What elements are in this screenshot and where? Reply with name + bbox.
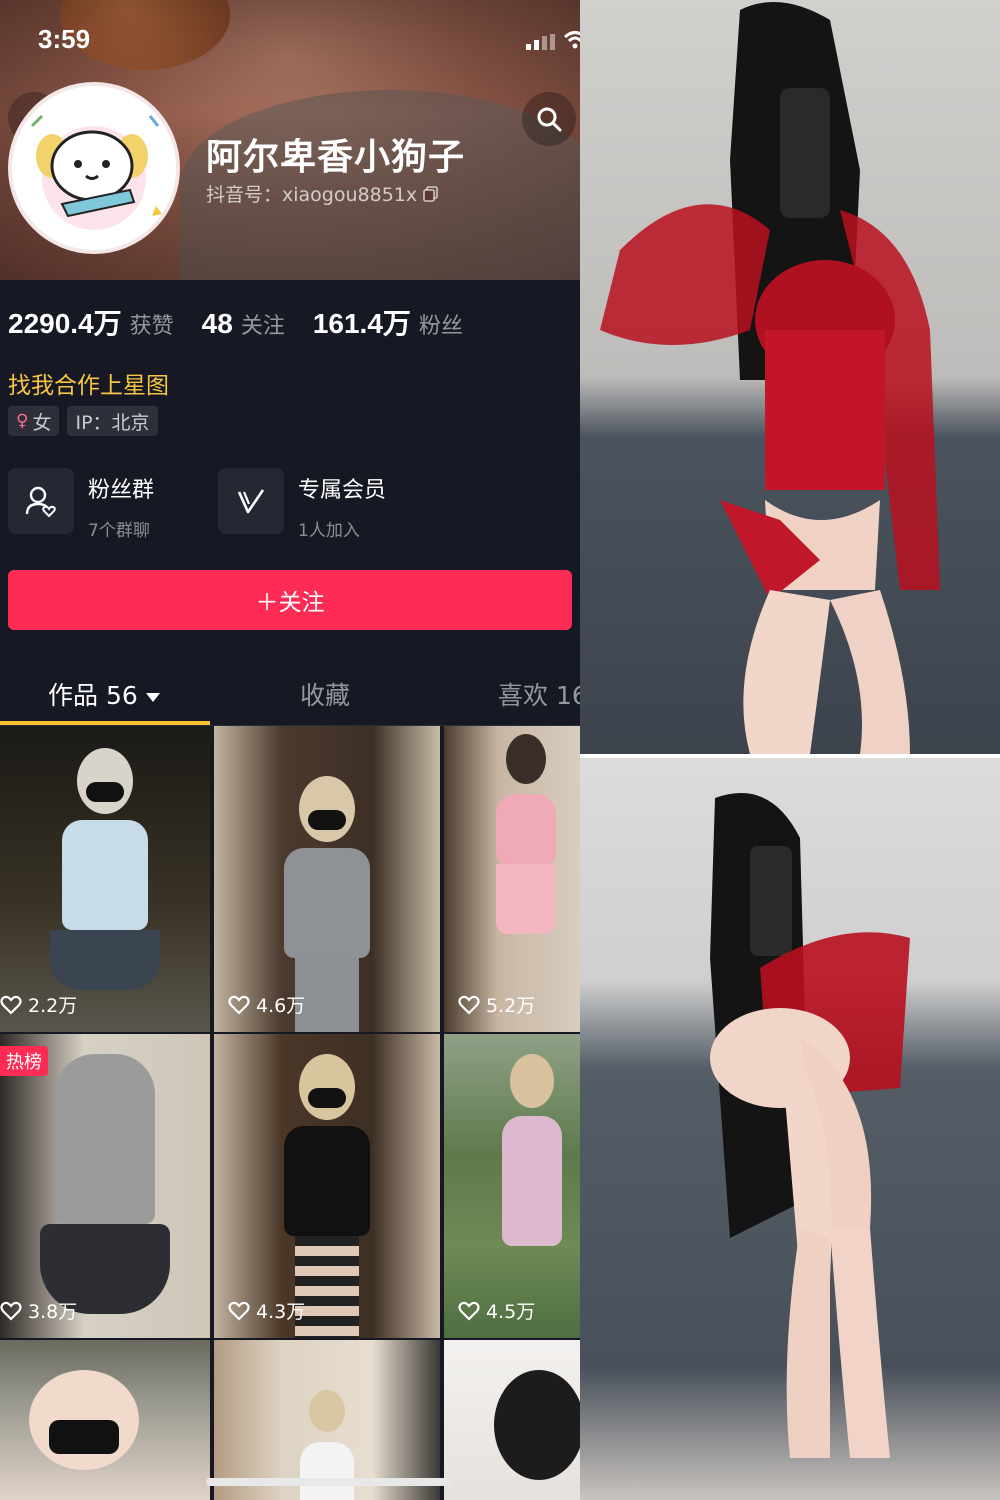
like-count: 4.5万: [458, 1297, 535, 1324]
like-count-value: 5.2万: [486, 995, 536, 1017]
stat-label: 粉丝: [418, 314, 463, 339]
tab-likes[interactable]: 喜欢 16: [498, 676, 580, 712]
thumbnail-figure: [495, 734, 556, 934]
stat-value: 161.4万: [312, 308, 411, 339]
stat-value: 48: [201, 308, 233, 339]
like-count: 4.3万: [228, 1297, 305, 1324]
fans-group-entry[interactable]: 粉丝群 7个群聊: [8, 468, 154, 541]
fans-group-title: 粉丝群: [88, 478, 155, 503]
like-count: 2.2万: [0, 991, 77, 1018]
video-thumbnail[interactable]: 5.2万: [444, 726, 580, 1032]
video-thumbnail[interactable]: 热榜 3.8万: [0, 1034, 210, 1338]
profile-stats: 2290.4万 获赞 48 关注 161.4万 粉丝: [8, 302, 491, 342]
stat-likes-received[interactable]: 2290.4万 获赞: [8, 302, 174, 342]
cartoon-dog-avatar-icon: [12, 86, 176, 250]
thumbnail-figure: [50, 748, 160, 990]
tab-favorites[interactable]: 收藏: [300, 676, 350, 712]
tab-works-label: 作品 56: [48, 681, 138, 710]
copy-icon[interactable]: [423, 185, 439, 202]
stat-following[interactable]: 48 关注: [202, 308, 285, 340]
follow-button[interactable]: ＋关注: [8, 570, 572, 630]
stat-value: 2290.4万: [8, 308, 122, 339]
ip-location-label: IP：北京: [75, 411, 150, 434]
gender-label: 女: [32, 411, 52, 434]
hot-list-badge: 热榜: [0, 1046, 48, 1076]
heart-icon: [228, 995, 250, 1015]
heart-icon: [0, 1301, 22, 1321]
video-thumbnail[interactable]: 4.5万: [444, 1034, 580, 1338]
heart-icon: [458, 1301, 480, 1321]
video-thumbnail[interactable]: 2.2万: [0, 726, 210, 1032]
douyin-id-text: 抖音号：xiaogou8851x: [206, 184, 418, 206]
status-bar-time: 3:59: [38, 24, 91, 54]
like-count: 5.2万: [458, 991, 535, 1018]
thumbnail-figure: [284, 1054, 370, 1338]
like-count-value: 4.6万: [256, 995, 306, 1017]
thumbnail-figure: [502, 1054, 563, 1246]
fans-group-subtitle: 7个群聊: [88, 521, 150, 541]
search-icon: [537, 107, 562, 132]
like-count-value: 3.8万: [28, 1301, 78, 1323]
thumbnail-figure: [494, 1370, 580, 1480]
video-thumbnail[interactable]: [0, 1340, 210, 1500]
wifi-icon: [564, 31, 580, 49]
profile-tags: ♀ 女 IP：北京: [8, 406, 158, 436]
photo-standing: [580, 0, 1000, 754]
heart-icon: [228, 1301, 250, 1321]
membership-subtitle: 1人加入: [298, 521, 360, 541]
sitting-figure-illustration: [580, 758, 1000, 1500]
gender-tag: ♀ 女: [8, 406, 60, 436]
heart-icon: [458, 995, 480, 1015]
photo-sitting: [580, 758, 1000, 1500]
standing-figure-illustration: [580, 0, 1000, 754]
video-thumbnail[interactable]: [214, 1340, 440, 1500]
like-count-value: 4.3万: [256, 1301, 306, 1323]
female-icon: ♀: [16, 411, 29, 431]
like-count: 3.8万: [0, 1297, 77, 1324]
thumbnail-figure: [29, 1370, 139, 1470]
stat-label: 获赞: [129, 314, 174, 339]
fans-group-icon: [8, 468, 74, 534]
like-count-value: 2.2万: [28, 995, 78, 1017]
douyin-id[interactable]: 抖音号：xiaogou8851x: [206, 180, 439, 207]
stat-followers[interactable]: 161.4万 粉丝: [313, 302, 463, 342]
membership-icon: [218, 468, 284, 534]
video-thumbnail[interactable]: 4.6万: [214, 726, 440, 1032]
thumbnail-figure: [40, 1054, 170, 1314]
search-button[interactable]: [522, 92, 576, 146]
tab-works[interactable]: 作品 56: [48, 676, 160, 712]
like-count: 4.6万: [228, 991, 305, 1018]
membership-entry[interactable]: 专属会员 1人加入: [218, 468, 386, 541]
heart-icon: [0, 995, 22, 1015]
profile-screen: 3:59 阿尔卑香小狗子 抖音号：xiaogou8851x 2290.4万 获赞…: [0, 0, 580, 1500]
video-thumbnail[interactable]: [444, 1340, 580, 1500]
membership-title: 专属会员: [298, 478, 387, 503]
video-thumbnail[interactable]: 4.3万: [214, 1034, 440, 1338]
cooperation-link[interactable]: 找我合作上星图: [8, 366, 169, 400]
cellular-signal-icon: [526, 34, 555, 50]
avatar[interactable]: [8, 82, 180, 254]
active-tab-indicator: [0, 721, 210, 725]
profile-tabs: 作品 56 收藏 喜欢 16: [0, 660, 580, 726]
home-indicator[interactable]: [206, 1478, 450, 1486]
screenshot-collage: 3:59 阿尔卑香小狗子 抖音号：xiaogou8851x 2290.4万 获赞…: [0, 0, 1000, 1500]
profile-nickname: 阿尔卑香小狗子: [206, 137, 466, 178]
stat-label: 关注: [240, 314, 285, 339]
caret-down-icon: [145, 692, 160, 702]
like-count-value: 4.5万: [486, 1301, 536, 1323]
ip-location-tag: IP：北京: [67, 406, 158, 436]
